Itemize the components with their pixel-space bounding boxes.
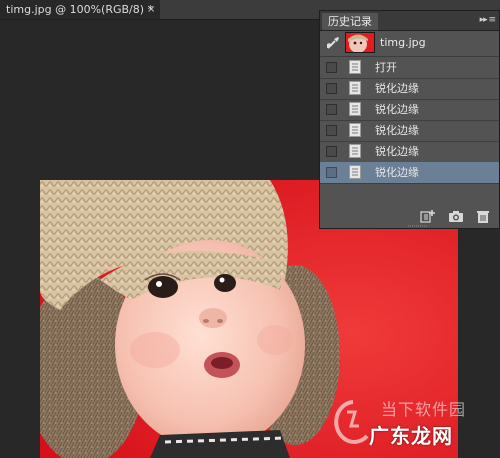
document-state-icon bbox=[349, 60, 361, 74]
new-document-from-state-icon[interactable] bbox=[420, 209, 436, 223]
history-state-checkbox[interactable] bbox=[326, 125, 337, 136]
watermark-text-bottom: 广东龙网 bbox=[369, 424, 453, 448]
history-state-label: 锐化边缘 bbox=[375, 145, 419, 158]
history-state-row[interactable]: 锐化边缘 bbox=[320, 78, 499, 100]
history-state-label: 锐化边缘 bbox=[375, 166, 419, 179]
panel-menu-icon[interactable]: ▸▸ ≡ bbox=[480, 13, 496, 28]
document-state-icon bbox=[349, 144, 361, 158]
trash-icon[interactable] bbox=[475, 209, 491, 223]
close-icon[interactable]: × bbox=[147, 0, 155, 19]
history-state-label: 锐化边缘 bbox=[375, 82, 419, 95]
history-state-row[interactable]: 锐化边缘 bbox=[320, 99, 499, 121]
watermark-text-top: 当下软件园 bbox=[381, 400, 467, 419]
history-state-row[interactable]: 打开 bbox=[320, 57, 499, 79]
history-state-label: 锐化边缘 bbox=[375, 124, 419, 137]
history-state-checkbox[interactable] bbox=[326, 62, 337, 73]
document-tab-title: timg.jpg @ 100%(RGB/8) * bbox=[6, 3, 154, 16]
document-state-icon bbox=[349, 102, 361, 116]
document-state-icon bbox=[349, 123, 361, 137]
history-snapshot[interactable]: timg.jpg bbox=[320, 30, 499, 57]
history-state-row[interactable]: 锐化边缘 bbox=[320, 120, 499, 142]
history-state-row-selected[interactable]: 锐化边缘 bbox=[320, 162, 499, 184]
history-brush-icon[interactable] bbox=[326, 36, 340, 50]
history-state-label: 锐化边缘 bbox=[375, 103, 419, 116]
history-state-checkbox[interactable] bbox=[326, 146, 337, 157]
tab-history[interactable]: 历史记录 bbox=[322, 13, 378, 30]
document-state-icon bbox=[349, 81, 361, 95]
panel-resize-grip[interactable] bbox=[408, 225, 428, 227]
watermark: 当下软件园 广东龙网 bbox=[333, 396, 499, 458]
history-panel-header: 历史记录 ▸▸ ≡ bbox=[320, 11, 499, 31]
document-state-icon bbox=[349, 165, 361, 179]
history-state-row[interactable]: 锐化边缘 bbox=[320, 141, 499, 163]
history-state-checkbox[interactable] bbox=[326, 83, 337, 94]
watermark-logo-icon bbox=[334, 400, 369, 444]
history-state-label: 打开 bbox=[375, 61, 397, 74]
snapshot-label: timg.jpg bbox=[380, 36, 426, 49]
camera-icon[interactable] bbox=[448, 209, 464, 223]
history-state-checkbox[interactable] bbox=[326, 167, 337, 178]
document-tab[interactable]: timg.jpg @ 100%(RGB/8) * × bbox=[0, 0, 160, 19]
snapshot-thumbnail bbox=[345, 32, 375, 53]
history-panel: 历史记录 ▸▸ ≡ timg.jpg 打开 锐化边缘 锐化边缘 锐化边缘 锐化边… bbox=[319, 10, 500, 229]
history-state-checkbox[interactable] bbox=[326, 104, 337, 115]
history-panel-footer bbox=[320, 204, 499, 228]
